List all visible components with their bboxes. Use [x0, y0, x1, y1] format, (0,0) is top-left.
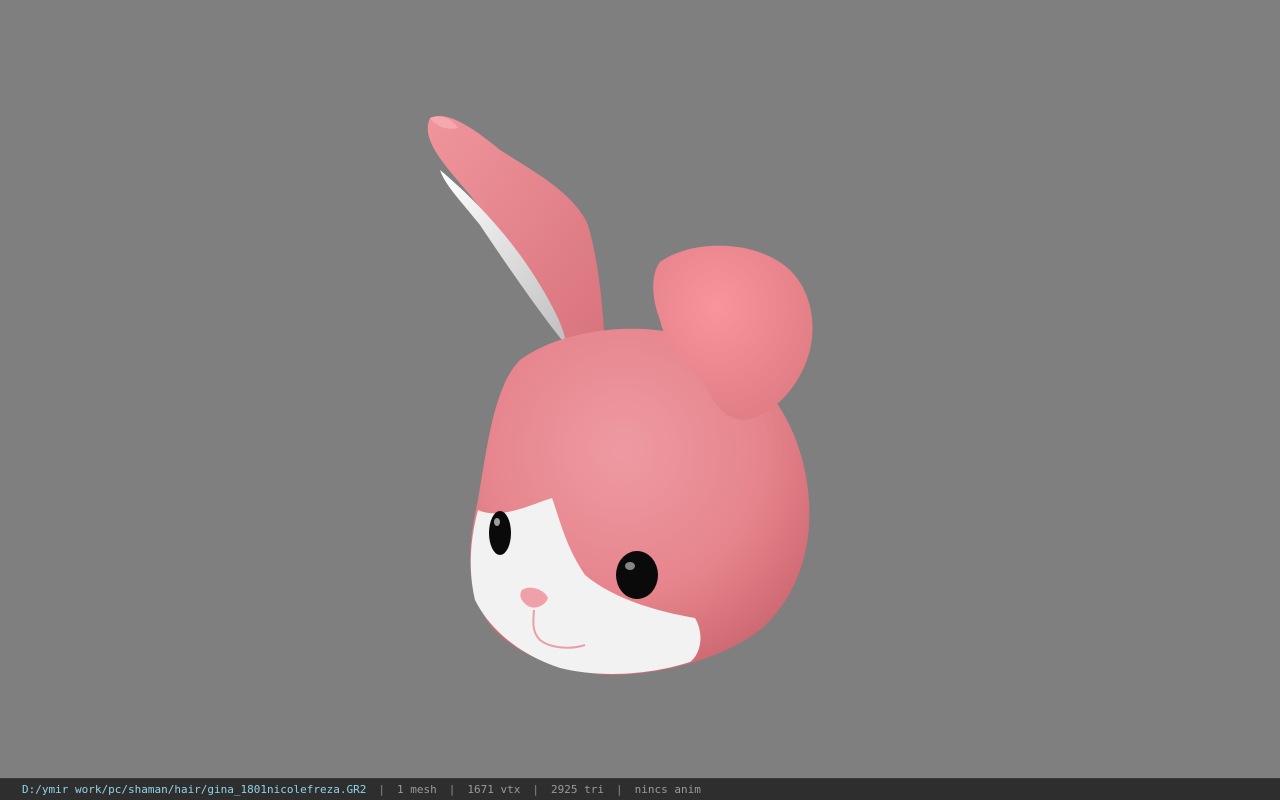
right-eye — [616, 551, 658, 599]
separator: | — [448, 783, 456, 796]
anim-status: nincs anim — [634, 783, 701, 796]
bunny-hat-model — [427, 115, 813, 675]
separator: | — [378, 783, 385, 796]
mesh-count: 1 mesh — [397, 783, 437, 796]
status-bar: D:/ymir work/pc/shaman/hair/gina_1801nic… — [0, 778, 1280, 800]
3d-viewport[interactable] — [0, 0, 1280, 778]
separator: | — [532, 783, 539, 796]
left-ear — [427, 115, 604, 351]
left-eye — [489, 511, 511, 555]
triangle-count: 2925 tri — [550, 783, 604, 796]
file-path: D:/ymir work/pc/shaman/hair/gina_1801nic… — [22, 783, 367, 796]
separator: | — [615, 783, 623, 796]
vertex-count: 1671 vtx — [467, 783, 521, 796]
